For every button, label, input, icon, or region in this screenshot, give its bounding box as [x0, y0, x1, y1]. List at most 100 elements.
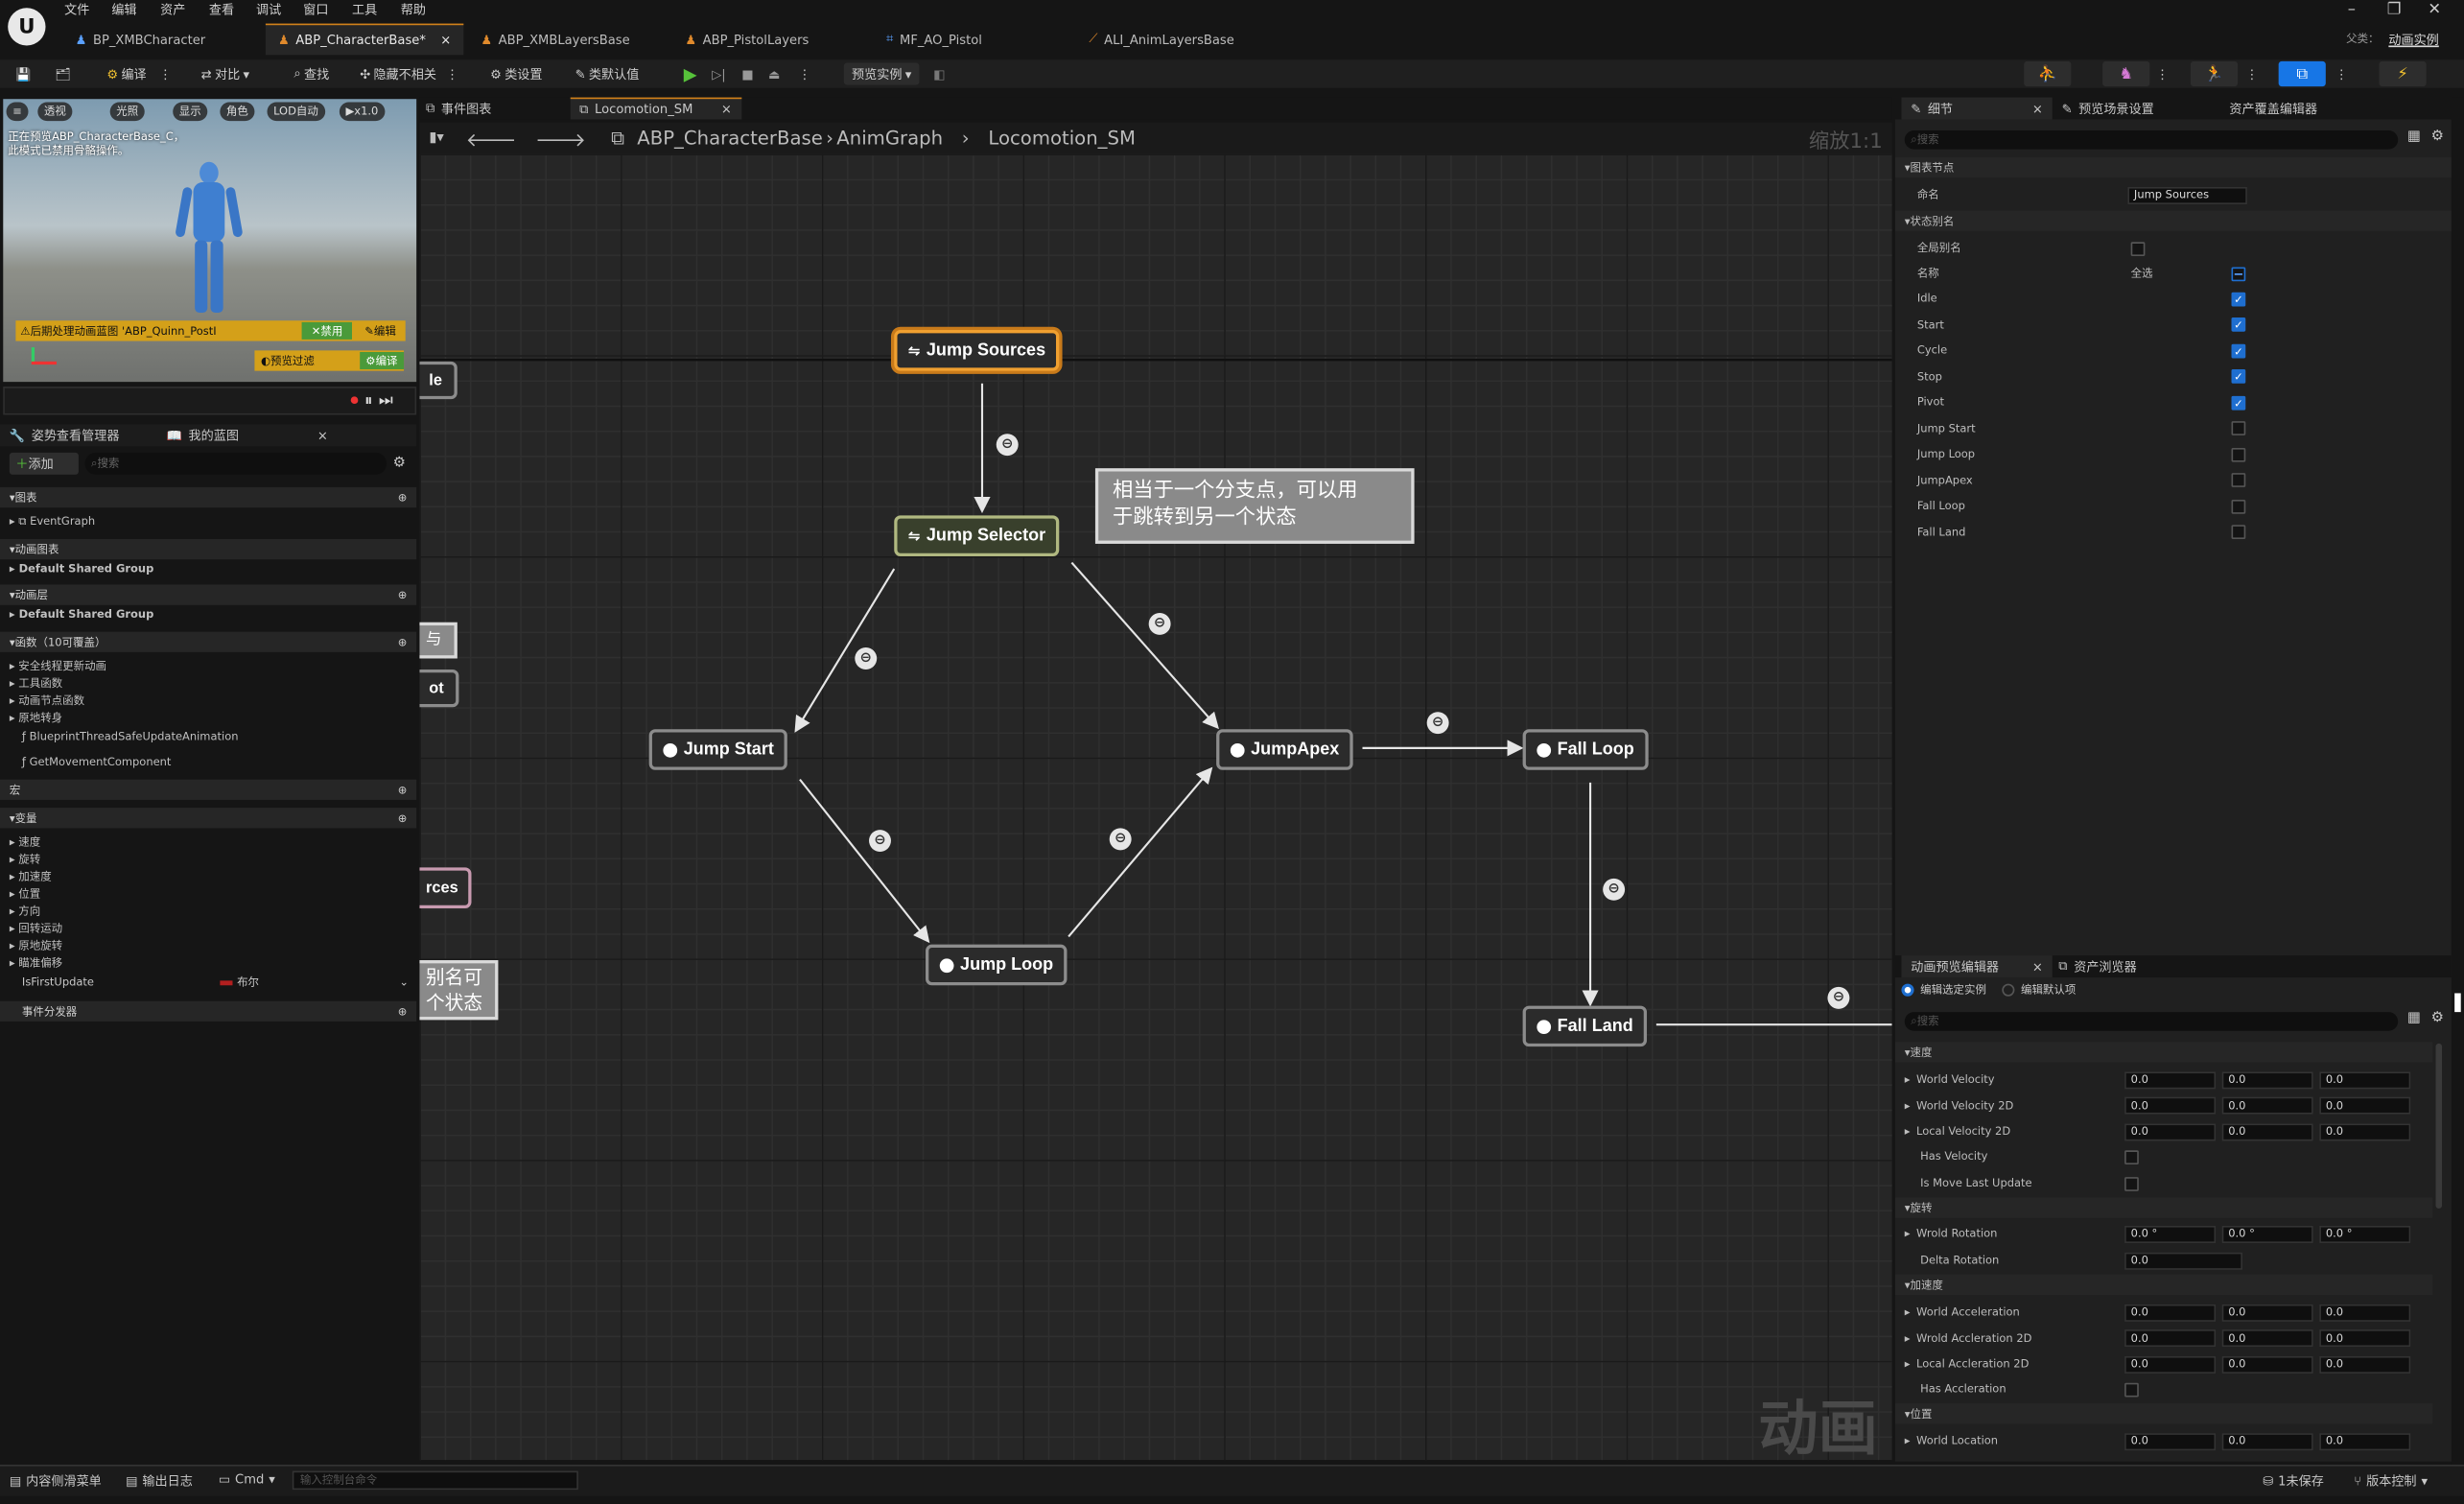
bookmark-icon[interactable]: ▮▾	[429, 130, 444, 146]
tab-preview-scene[interactable]: ✎ 预览场景设置	[2062, 100, 2154, 117]
menu-edit[interactable]: 编辑	[111, 2, 136, 19]
transition-rule-icon[interactable]: ⊖	[1426, 712, 1449, 735]
table-view-icon[interactable]: ▦	[2407, 1010, 2421, 1025]
node-jump-sources[interactable]: ⇋ Jump Sources	[894, 330, 1060, 371]
lod-button[interactable]: LOD自动	[267, 102, 325, 122]
transition-rule-icon[interactable]: ⊖	[1603, 878, 1626, 901]
name-input[interactable]: Jump Sources	[2127, 186, 2247, 204]
vector-x-input[interactable]: 0.0	[2124, 1070, 2217, 1089]
menu-debug[interactable]: 调试	[256, 2, 281, 19]
default-shared-group-2[interactable]: ▸ Default Shared Group	[10, 608, 153, 621]
has-accel-checkbox[interactable]	[2124, 1381, 2139, 1397]
tab-asset-override[interactable]: 资产覆盖编辑器	[2229, 100, 2317, 117]
record-icon[interactable]: ⏺	[350, 392, 358, 410]
mybp-search-input[interactable]: ⌕ 搜索	[84, 452, 387, 475]
category-acceleration[interactable]: ▾ 加速度	[1894, 1274, 2433, 1296]
step-icon[interactable]: ▷|	[712, 63, 726, 85]
lighting-button[interactable]: 光照	[109, 102, 145, 122]
close-icon[interactable]: ×	[2032, 959, 2043, 974]
menu-file[interactable]: 文件	[64, 2, 89, 19]
rotation-y-input[interactable]: 0.0 °	[2221, 1225, 2313, 1243]
gear-icon[interactable]: ⚙	[393, 456, 406, 471]
state-machine-graph[interactable]: ⊖ ⊖ ⊖ ⊖ ⊖ ⊖ ⊖ ⊖ le 与 ot rces 别名可 个状态 ⇋ Jum…	[419, 153, 1892, 1461]
chevron-right-icon[interactable]: ▸	[1905, 1125, 1911, 1138]
back-arrow-icon[interactable]: 🡐	[466, 127, 517, 151]
section-macros[interactable]: 宏 ⊕	[0, 779, 417, 800]
restore-icon[interactable]: ❐	[2387, 2, 2402, 19]
transition-rule-icon[interactable]: ⊖	[1109, 828, 1132, 851]
chevron-right-icon[interactable]: ▸	[1905, 1306, 1911, 1319]
select-all-checkbox[interactable]	[2231, 266, 2246, 281]
step-forward-icon[interactable]: ⏭	[379, 392, 393, 410]
state-checkbox[interactable]: ✓	[2231, 317, 2246, 332]
vector-z-input[interactable]: 0.0	[2319, 1304, 2411, 1322]
vector-x-input[interactable]: 0.0	[2124, 1122, 2217, 1140]
stop-icon[interactable]: ■	[741, 63, 753, 85]
variable-group[interactable]: ▸ 瞄准偏移	[10, 955, 62, 971]
character-button[interactable]: 角色	[220, 102, 255, 122]
add-variable-icon[interactable]: ⊕	[398, 811, 408, 824]
preview-instance-dropdown[interactable]: 预览实例 ▾	[843, 62, 920, 85]
partial-comment-alias[interactable]: 别名可 个状态	[419, 960, 499, 1021]
node-jump-start[interactable]: Jump Start	[648, 729, 788, 770]
location-x-input[interactable]: 0.0	[2124, 1432, 2217, 1450]
add-layer-icon[interactable]: ⊕	[398, 589, 408, 601]
parent-class-link[interactable]: 动画实例	[2388, 32, 2438, 49]
category-velocity[interactable]: ▾ 速度	[1894, 1042, 2433, 1063]
tab-ali-animlayersbase[interactable]: ⟋ ALI_AnimLayersBase	[1076, 24, 1247, 56]
section-dispatchers[interactable]: 事件分发器 ⊕	[0, 1000, 417, 1022]
close-icon[interactable]: ×	[440, 33, 451, 47]
vector-y-input[interactable]: 0.0	[2221, 1329, 2313, 1348]
function-category[interactable]: ▸ 工具函数	[10, 676, 62, 692]
vector-z-input[interactable]: 0.0	[2319, 1096, 2411, 1115]
disable-button[interactable]: ✕ 禁用	[301, 321, 353, 340]
section-anim-layers[interactable]: ▾ 动画层 ⊕	[0, 584, 417, 605]
breadcrumb-animgraph[interactable]: AnimGraph	[836, 128, 943, 150]
transition-rule-icon[interactable]: ⊖	[1148, 612, 1171, 635]
category-state-alias[interactable]: ▾ 状态别名	[1894, 210, 2452, 231]
function-item[interactable]: ƒ BlueprintThreadSafeUpdateAnimation	[22, 731, 239, 743]
transition-rule-icon[interactable]: ⊖	[855, 647, 878, 670]
source-control-button[interactable]: ⑂ 版本控制 ▾	[2354, 1472, 2428, 1490]
variable-group[interactable]: ▸ 回转运动	[10, 921, 62, 936]
variable-group[interactable]: ▸ 位置	[10, 886, 40, 902]
preview-viewport[interactable]: ≡ 透视 光照 显示 角色 LOD自动 ▶ x1.0 正在预览ABP_Chara…	[3, 99, 417, 383]
is-move-last-checkbox[interactable]	[2124, 1176, 2139, 1191]
class-defaults-button[interactable]: ✎ 类默认值	[575, 63, 640, 85]
tab-abp-pistollayers[interactable]: ♟ ABP_PistolLayers	[672, 24, 821, 56]
tab-details[interactable]: ✎ 细节 ×	[1901, 97, 2053, 120]
vector-z-input[interactable]: 0.0	[2319, 1329, 2411, 1348]
breadcrumb-root[interactable]: ABP_CharacterBase	[637, 128, 823, 150]
minimize-icon[interactable]: –	[2348, 2, 2356, 19]
comment-branch-point[interactable]: 相当于一个分支点，可以用 于跳转到另一个状态	[1094, 468, 1415, 544]
diff-button[interactable]: ⇄ 对比 ▾	[201, 63, 249, 85]
add-dispatcher-icon[interactable]: ⊕	[398, 1005, 408, 1018]
chevron-right-icon[interactable]: ▸	[1905, 1358, 1911, 1371]
function-category[interactable]: ▸ 原地转身	[10, 711, 62, 726]
partial-comment[interactable]: 与	[419, 622, 458, 659]
category-graph-node[interactable]: ▾ 图表节点	[1894, 156, 2452, 178]
save-icon[interactable]: 💾	[15, 63, 31, 85]
location-z-input[interactable]: 0.0	[2319, 1432, 2411, 1450]
variable-group[interactable]: ▸ 原地旋转	[10, 938, 62, 953]
transition-rule-icon[interactable]: ⊖	[1827, 986, 1850, 1009]
close-icon[interactable]: ×	[2032, 102, 2043, 116]
close-icon[interactable]: ×	[721, 102, 732, 116]
tab-abp-characterbase[interactable]: ♟ ABP_CharacterBase* ×	[265, 23, 464, 56]
partial-node-sources[interactable]: rces	[419, 867, 471, 908]
playback-speed-button[interactable]: ▶ x1.0	[339, 102, 385, 122]
menu-view[interactable]: 查看	[209, 2, 234, 19]
global-alias-checkbox[interactable]	[2130, 241, 2146, 256]
tab-event-graph[interactable]: ⧉ 事件图表	[426, 100, 491, 117]
transition-rule-icon[interactable]: ⊖	[869, 830, 891, 853]
edit-button[interactable]: ✎ 编辑	[355, 322, 405, 340]
chevron-down-icon[interactable]: ⌄	[399, 975, 409, 988]
menu-help[interactable]: 帮助	[401, 2, 426, 19]
timeline-bar[interactable]: ⏺ ⏸ ⏭	[3, 387, 417, 415]
menu-window[interactable]: 窗口	[303, 2, 328, 19]
add-macro-icon[interactable]: ⊕	[398, 784, 408, 796]
rotation-z-input[interactable]: 0.0 °	[2319, 1225, 2411, 1243]
state-checkbox[interactable]	[2231, 421, 2246, 435]
state-checkbox[interactable]	[2231, 499, 2246, 513]
partial-node-pivot[interactable]: ot	[419, 669, 460, 708]
